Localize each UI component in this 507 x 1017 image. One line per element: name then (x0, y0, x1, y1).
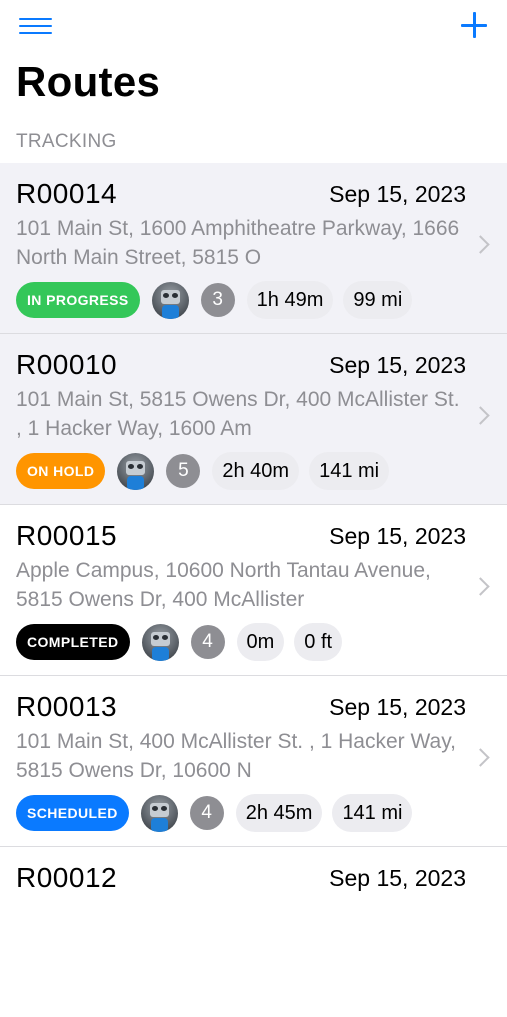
stops-count-badge: 4 (190, 625, 225, 659)
distance-chip: 0 ft (294, 623, 343, 661)
chevron-right-icon (471, 748, 490, 767)
driver-avatar (141, 623, 179, 661)
route-id: R00012 (16, 862, 118, 893)
duration-chip: 0m (236, 623, 285, 661)
route-addresses: Apple Campus, 10600 North Tantau Avenue,… (16, 559, 431, 611)
status-badge: IN PROGRESS (16, 282, 140, 318)
route-id: R00013 (16, 691, 118, 722)
stops-count-badge: 4 (189, 796, 224, 830)
route-row[interactable]: R00014 Sep 15, 2023 101 Main St, 1600 Am… (0, 163, 507, 334)
driver-avatar (140, 794, 178, 832)
navigation-bar (0, 0, 507, 56)
duration-chip: 2h 40m (212, 452, 300, 490)
status-badge: ON HOLD (16, 453, 106, 489)
route-tags: IN PROGRESS 3 1h 49m 99 mi (16, 281, 422, 319)
route-row[interactable]: R00012 Sep 15, 2023 (0, 847, 507, 1017)
route-row[interactable]: R00013 Sep 15, 2023 101 Main St, 400 McA… (0, 676, 507, 847)
route-tags: COMPLETED 4 0m 0 ft (16, 623, 352, 661)
stops-count-badge: 5 (166, 454, 201, 488)
status-badge: SCHEDULED (16, 795, 129, 831)
route-id: R00015 (16, 520, 118, 551)
route-date: Sep 15, 2023 (329, 694, 466, 720)
driver-avatar (117, 452, 155, 490)
route-addresses: 101 Main St, 1600 Amphitheatre Parkway, … (16, 217, 460, 269)
route-addresses: 101 Main St, 5815 Owens Dr, 400 McAllist… (16, 388, 460, 440)
driver-avatar (151, 281, 189, 319)
route-date: Sep 15, 2023 (329, 523, 466, 549)
route-addresses: 101 Main St, 400 McAllister St. , 1 Hack… (16, 730, 456, 782)
route-date: Sep 15, 2023 (329, 181, 466, 207)
duration-chip: 2h 45m (235, 794, 323, 832)
add-route-button[interactable] (459, 10, 489, 40)
route-row[interactable]: R00010 Sep 15, 2023 101 Main St, 5815 Ow… (0, 334, 507, 505)
route-tags: ON HOLD 5 2h 40m 141 mi (16, 452, 399, 490)
chevron-right-icon (471, 577, 490, 596)
distance-chip: 99 mi (343, 281, 413, 319)
status-badge: COMPLETED (16, 624, 130, 660)
chevron-right-icon (471, 406, 490, 425)
section-header-tracking: TRACKING (16, 131, 117, 152)
route-row[interactable]: R00015 Sep 15, 2023 Apple Campus, 10600 … (0, 505, 507, 676)
route-date: Sep 15, 2023 (329, 352, 466, 378)
stops-count-badge: 3 (200, 283, 235, 317)
page-title: Routes (16, 58, 161, 105)
routes-list: R00014 Sep 15, 2023 101 Main St, 1600 Am… (0, 163, 507, 1017)
chevron-right-icon (471, 235, 490, 254)
route-id: R00010 (16, 349, 118, 380)
distance-chip: 141 mi (309, 452, 390, 490)
distance-chip: 141 mi (332, 794, 413, 832)
route-tags: SCHEDULED 4 2h 45m 141 mi (16, 794, 422, 832)
duration-chip: 1h 49m (246, 281, 334, 319)
route-date: Sep 15, 2023 (329, 865, 466, 891)
hamburger-menu-icon[interactable] (19, 15, 53, 37)
route-id: R00014 (16, 178, 118, 209)
